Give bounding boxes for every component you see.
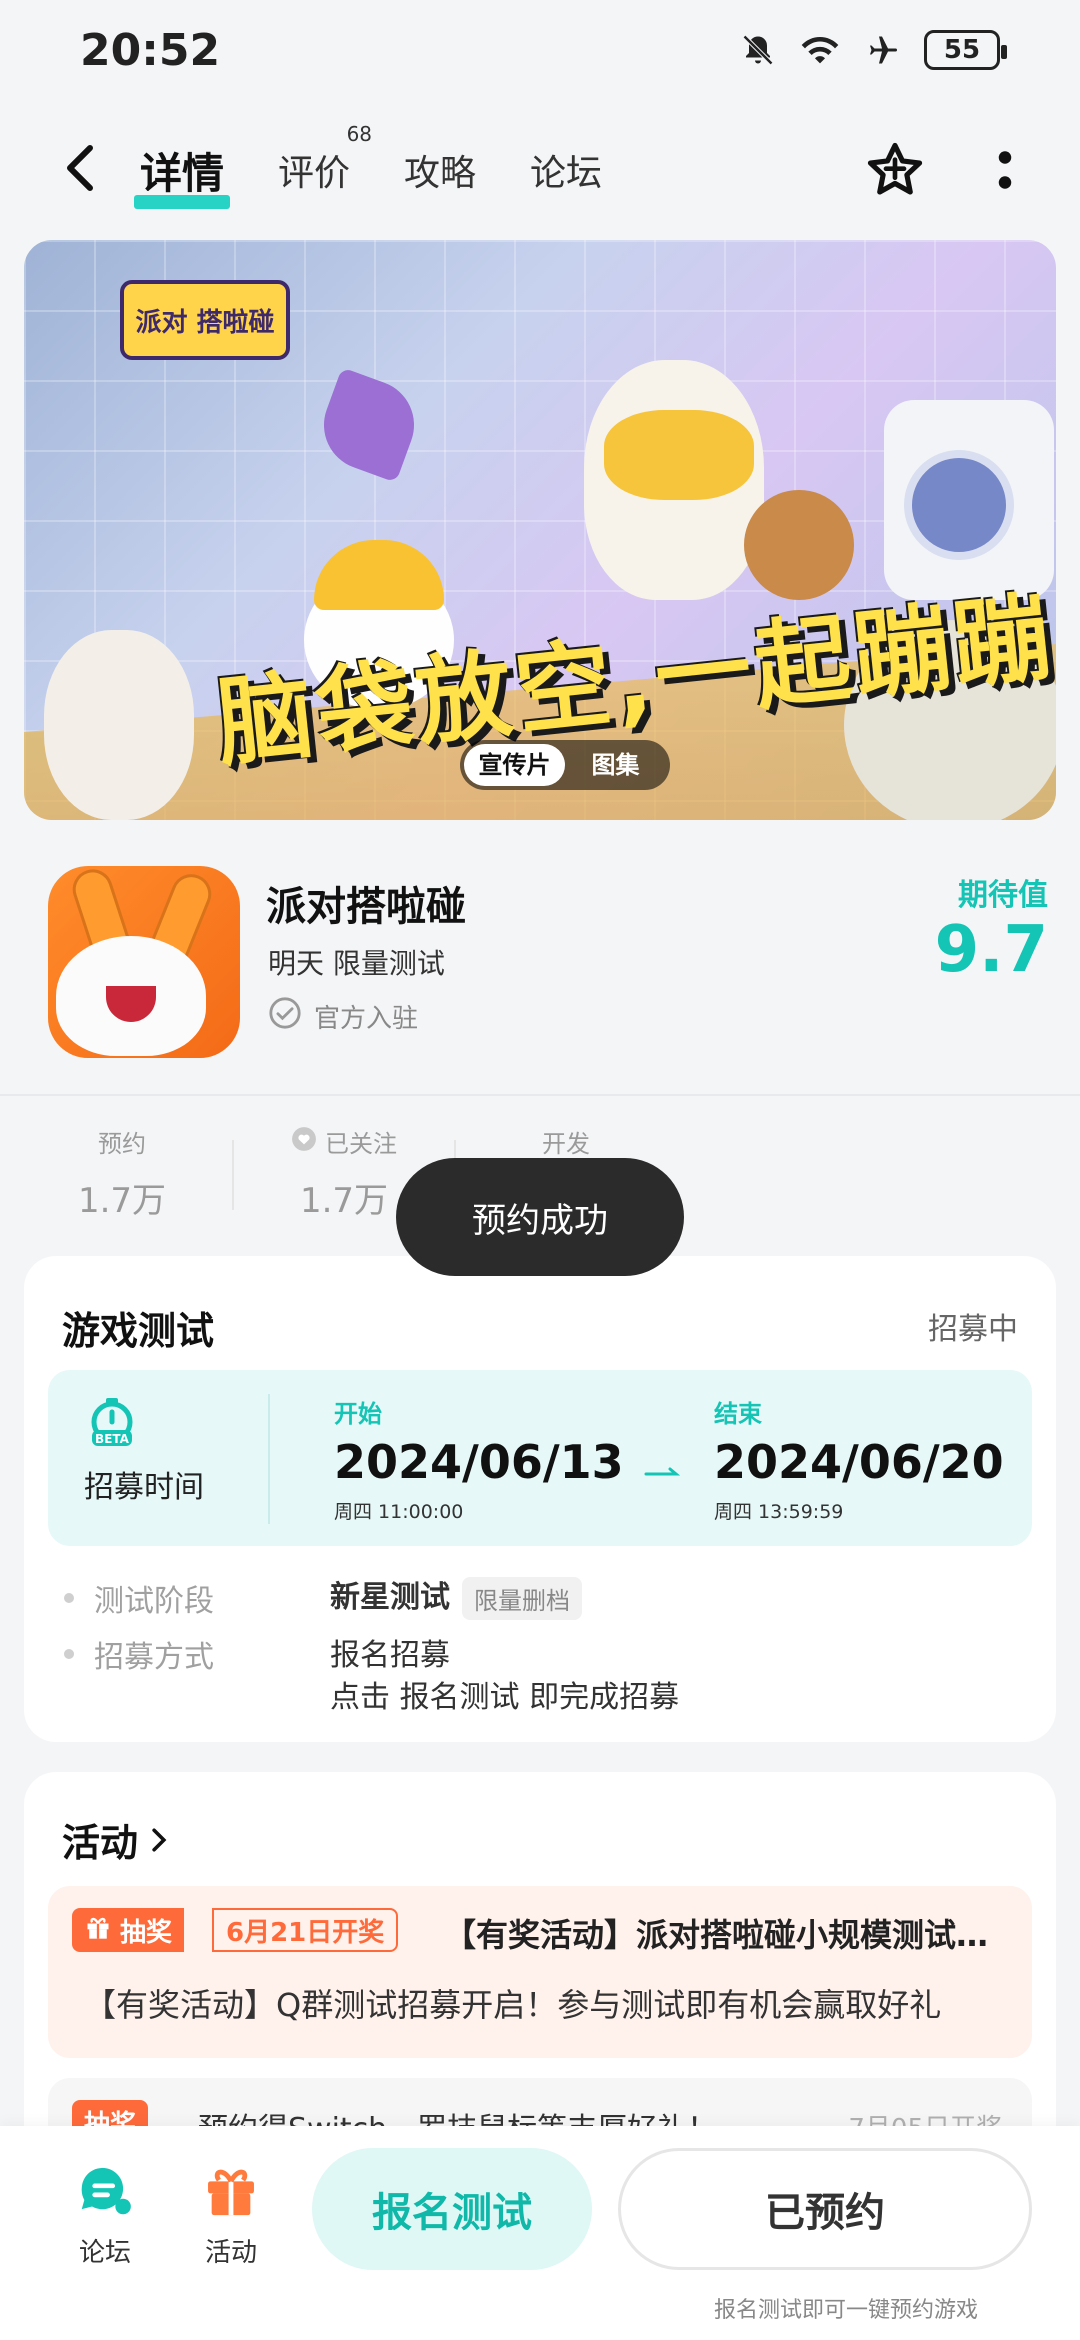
- more-icon[interactable]: [970, 135, 1040, 205]
- stage-tag: 限量删档: [462, 1577, 582, 1620]
- start-tag: 开始: [334, 1400, 382, 1428]
- tab-details[interactable]: 详情: [133, 140, 231, 209]
- character-blob: [44, 630, 194, 820]
- character-beak: [604, 410, 754, 500]
- top-nav: 详情 评价 68 攻略 论坛: [0, 110, 1080, 230]
- start-block: 开始 2024/06/13 周四 11:00:00: [334, 1394, 624, 1524]
- tab-reviews-label: 评价: [278, 153, 351, 194]
- status-icons: 55: [738, 30, 1007, 70]
- bottom-action-bar: 论坛 活动 报名测试 已预约 报名测试即可一键预约游戏: [0, 2126, 1080, 2340]
- followed-label: 已关注: [325, 1130, 397, 1158]
- method-label: 招募方式: [94, 1640, 214, 1675]
- mute-icon: [738, 30, 778, 70]
- end-date: 2024/06/20: [714, 1435, 1004, 1489]
- game-app-icon: [48, 866, 240, 1058]
- end-time: 周四 13:59:59: [714, 1501, 844, 1523]
- recruit-divider: [268, 1394, 270, 1524]
- stat-reservations: 预约 1.7万: [12, 1110, 232, 1230]
- lottery-badge: 抽奖: [72, 1908, 185, 1952]
- forum-label: 论坛: [78, 2238, 131, 2268]
- game-logo-small: 派对 搭啦碰: [120, 280, 290, 360]
- stat-label: 开发: [542, 1130, 590, 1158]
- activity-title: 活动: [62, 1821, 139, 1865]
- draw-date-badge: 6月21日开奖: [212, 1908, 399, 1952]
- svg-text:BETA: BETA: [95, 1432, 130, 1446]
- signup-hint: 报名测试即可一键预约游戏: [714, 2298, 979, 2323]
- status-time: 20:52: [80, 24, 221, 76]
- chevron-right-icon: [148, 1818, 170, 1862]
- activity-header[interactable]: 活动: [62, 1812, 170, 1867]
- stage-label: 测试阶段: [94, 1584, 214, 1619]
- divider: [0, 1094, 1080, 1096]
- gift-icon: [196, 2156, 266, 2226]
- signup-test-button[interactable]: 报名测试: [312, 2148, 592, 2270]
- status-bar: 20:52 55: [0, 0, 1080, 100]
- lottery-label: 抽奖: [120, 1917, 173, 1948]
- media-option-gallery[interactable]: 图集: [565, 744, 666, 786]
- start-date: 2024/06/13: [334, 1435, 624, 1489]
- official-label: 官方入驻: [314, 1004, 419, 1034]
- stat-label: 已关注: [234, 1124, 454, 1159]
- expectation-label: 期待值: [958, 878, 1048, 913]
- check-circle-icon: [268, 996, 302, 1037]
- bullet-dot: [64, 1593, 74, 1603]
- end-tag: 结束: [714, 1400, 762, 1428]
- review-count-badge: 68: [346, 122, 373, 146]
- activity-item[interactable]: 抽奖 6月21日开奖 【有奖活动】派对搭啦碰小规模测试招募 【有奖活动】Q群测试…: [48, 1886, 1032, 2058]
- back-icon: [60, 143, 100, 197]
- heart-icon: [291, 1126, 317, 1158]
- tab-guides[interactable]: 攻略: [404, 144, 476, 196]
- bullet-dot: [64, 1649, 74, 1659]
- battery-icon: 55: [924, 30, 1007, 70]
- nav-actions: [860, 135, 1040, 205]
- test-card-title: 游戏测试: [62, 1309, 215, 1353]
- game-subtitle: 明天 限量测试: [268, 947, 445, 980]
- star-icon[interactable]: [860, 135, 930, 205]
- chat-bubble-icon: [70, 2156, 140, 2226]
- official-verified: 官方入驻: [268, 996, 418, 1037]
- method-value: 报名招募: [330, 1638, 450, 1673]
- activity-headline: 【有奖活动】派对搭啦碰小规模测试招募: [444, 1916, 1004, 1954]
- game-info: 派对搭啦碰 明天 限量测试 官方入驻 期待值 9.7: [48, 866, 1048, 1066]
- method-detail: 点击 报名测试 即完成招募: [330, 1680, 680, 1715]
- washer-door: [904, 450, 1014, 560]
- stage-row-label: 测试阶段: [64, 1576, 214, 1620]
- tab-reviews[interactable]: 评价 68: [278, 122, 372, 196]
- start-time: 周四 11:00:00: [334, 1501, 464, 1523]
- arrow-right-icon: [644, 1452, 684, 1493]
- media-switch: 宣传片 图集: [460, 740, 670, 790]
- activity-label: 活动: [204, 2238, 257, 2268]
- media-option-video[interactable]: 宣传片: [464, 744, 565, 786]
- promo-banner[interactable]: 派对 搭啦碰 脑袋放空,一起蹦蹦! 宣传片 图集: [24, 240, 1056, 820]
- wifi-icon: [800, 30, 840, 70]
- recruit-time-box: BETA 招募时间 开始 2024/06/13 周四 11:00:00 结束 2…: [48, 1370, 1032, 1546]
- stat-value: 1.7万: [77, 1181, 167, 1221]
- tab-bar: 详情 评价 68 攻略 论坛: [133, 122, 602, 209]
- airplane-icon: [862, 30, 902, 70]
- expectation-score: 期待值 9.7: [935, 870, 1048, 986]
- beta-icon: BETA: [88, 1396, 136, 1450]
- activity-description: 【有奖活动】Q群测试招募开启！参与测试即有机会赢取好礼: [84, 1986, 942, 2024]
- forum-button[interactable]: 论坛: [50, 2156, 160, 2269]
- recruit-status: 招募中: [928, 1312, 1018, 1347]
- activity-button[interactable]: 活动: [176, 2156, 286, 2269]
- expectation-value: 9.7: [934, 913, 1048, 987]
- recruit-time-label: 招募时间: [84, 1470, 204, 1505]
- tab-forum[interactable]: 论坛: [530, 144, 602, 196]
- game-title: 派对搭啦碰: [266, 884, 466, 930]
- stage-value: 新星测试 限量删档: [330, 1572, 582, 1620]
- stat-label: 预约: [98, 1130, 146, 1158]
- game-test-card: 游戏测试 招募中 BETA 招募时间 开始 2024/06/13 周四 11:0…: [24, 1256, 1056, 1742]
- toast-message: 预约成功: [396, 1158, 684, 1276]
- back-button[interactable]: [40, 130, 120, 210]
- method-row-label: 招募方式: [64, 1632, 214, 1676]
- reserved-button[interactable]: 已预约: [618, 2148, 1032, 2270]
- stage-name: 新星测试: [330, 1580, 450, 1615]
- gift-icon: [84, 1913, 112, 1948]
- end-block: 结束 2024/06/20 周四 13:59:59: [714, 1394, 1004, 1524]
